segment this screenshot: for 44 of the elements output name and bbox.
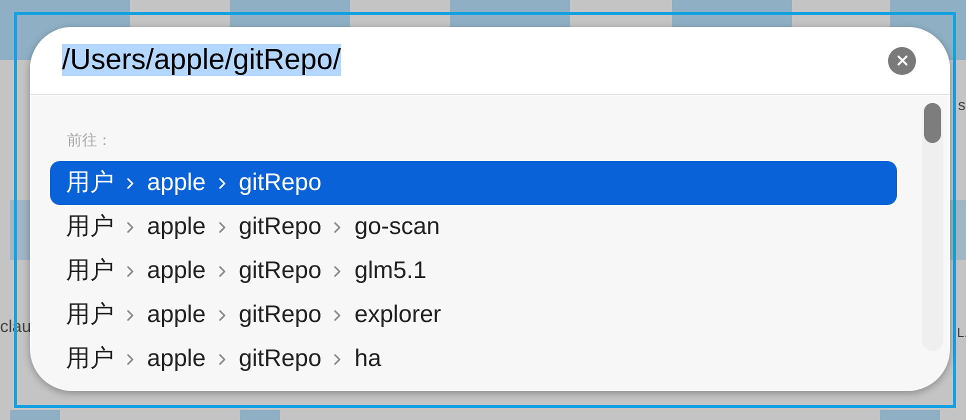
folder-name: gitRepo [238,344,322,374]
chevron-icon [218,266,226,276]
folder-name: explorer [354,300,442,330]
folder-name: apple [147,168,206,198]
background-label: s [958,98,966,113]
path-row[interactable]: 用户 apple gitRepo glm5.1 [50,249,897,293]
folder-name: gitRepo [238,300,322,330]
chevron-icon [334,222,342,232]
folder-name: gitRepo [238,212,322,242]
chevron-icon [127,354,134,364]
folder-name: go-scan [354,212,440,242]
chevron-icon [218,222,226,232]
chevron-icon [218,354,226,364]
folder-name: 用户 [66,344,114,374]
path-row[interactable]: 用户 apple gitRepo ha [50,337,897,381]
chevron-icon [127,266,134,276]
chevron-icon [218,310,226,320]
folder-name: apple [147,256,206,286]
close-icon [896,55,908,66]
chevron-icon [127,178,134,188]
chevron-icon [127,222,134,232]
folder-name: glm5.1 [354,256,427,286]
chevron-icon [334,266,342,276]
folder-name: gitRepo [238,168,322,198]
clear-button[interactable] [888,46,916,74]
folder-name: 用户 [66,300,114,330]
path-row[interactable]: 用户 apple gitRepo [50,161,897,205]
scrollbar-thumb[interactable] [924,103,941,143]
folder-name: 用户 [66,168,114,198]
folder-name: 用户 [66,212,114,242]
folder-name: apple [147,212,206,242]
section-label: 前往： [66,131,113,151]
path-row[interactable]: 用户 apple gitRepo go-scan [50,205,897,249]
path-row[interactable]: 用户 apple gitRepo explorer [50,293,897,337]
folder-name: gitRepo [238,256,322,286]
folder-name: ha [354,344,382,374]
folder-name: apple [147,344,206,374]
chevron-icon [334,310,342,320]
chevron-icon [127,310,134,320]
chevron-icon [334,354,342,364]
path-text: /Users/apple/gitRepo/ [62,44,341,76]
chevron-icon [218,178,226,188]
folder-name: 用户 [66,256,114,286]
folder-name: apple [147,300,206,330]
